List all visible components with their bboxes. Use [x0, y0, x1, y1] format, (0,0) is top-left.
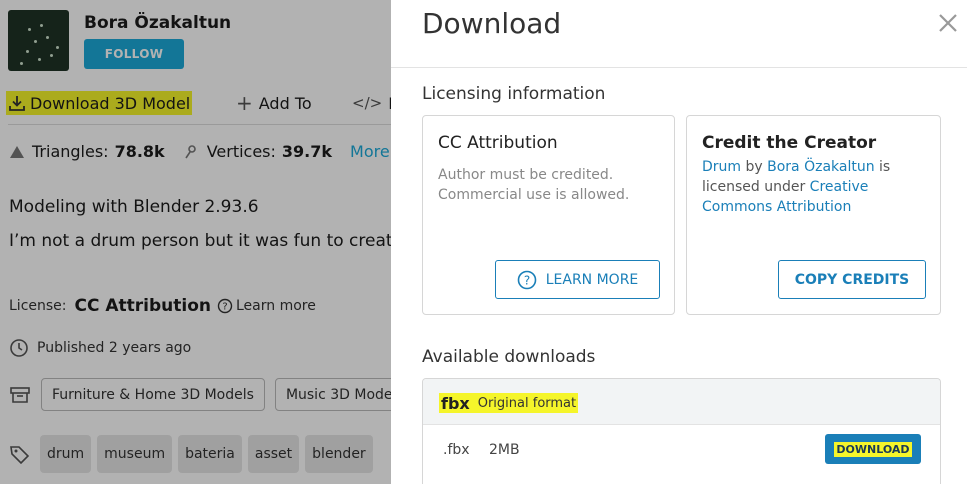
download-modal: Download Licensing information CC Attrib…: [391, 0, 967, 484]
author-link[interactable]: Bora Özakaltun: [767, 159, 874, 175]
copy-credits-button[interactable]: COPY CREDITS: [778, 260, 926, 299]
download-format-fbx: fbx Original format .fbx 2MB DOWNLOAD: [422, 378, 941, 484]
by-text: by: [741, 159, 768, 175]
modal-title: Download: [422, 7, 562, 40]
format-header: fbx Original format: [423, 379, 940, 425]
close-icon[interactable]: [936, 11, 960, 35]
file-size: 2MB: [489, 442, 520, 458]
credit-card-text: Drum by Bora Özakaltun is licensed under…: [702, 157, 932, 217]
cc-card-text: Author must be credited. Commercial use …: [438, 165, 668, 205]
help-icon: ?: [517, 270, 537, 289]
download-button-label: DOWNLOAD: [834, 441, 912, 457]
learn-more-button[interactable]: ? LEARN MORE: [495, 260, 660, 299]
model-link[interactable]: Drum: [702, 159, 741, 175]
file-extension: .fbx: [443, 442, 470, 458]
download-row: .fbx 2MB DOWNLOAD: [423, 425, 940, 477]
licensed-under-text: licensed under: [702, 179, 810, 195]
svg-text:?: ?: [524, 273, 530, 287]
format-name: fbx: [441, 393, 470, 413]
cc-card-line: Commercial use is allowed.: [438, 187, 630, 203]
learn-more-label: LEARN MORE: [545, 271, 639, 288]
licensing-heading: Licensing information: [422, 84, 606, 104]
download-button[interactable]: DOWNLOAD: [825, 434, 921, 464]
is-text: is: [874, 159, 891, 175]
format-label: fbx Original format: [439, 393, 579, 413]
format-description: Original format: [477, 395, 577, 411]
cc-card-line: Author must be credited.: [438, 167, 614, 183]
credit-card-title: Credit the Creator: [702, 133, 877, 153]
modal-divider: [391, 67, 967, 68]
cc-card-title: CC Attribution: [438, 133, 558, 153]
available-downloads-heading: Available downloads: [422, 347, 596, 367]
credit-creator-card: Credit the Creator Drum by Bora Özakaltu…: [686, 115, 941, 315]
cc-attribution-card: CC Attribution Author must be credited. …: [422, 115, 675, 315]
